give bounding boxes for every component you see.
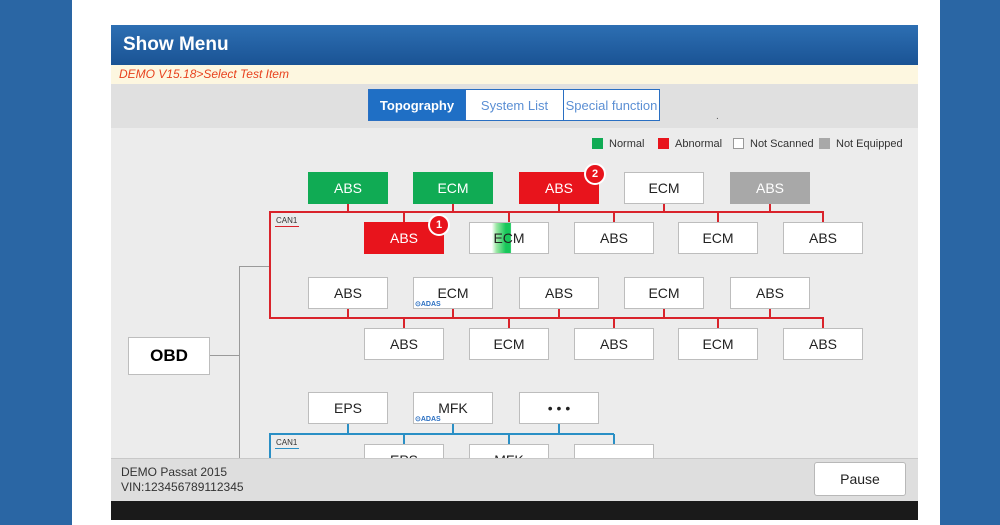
drop-line [347,424,349,433]
can1-underline [275,226,299,227]
drop-line [613,318,615,328]
module-ecm[interactable]: ECM [678,222,758,254]
module-abs[interactable]: ABS [308,277,388,309]
vehicle-vin: VIN:123456789112345 [121,480,244,494]
module-ecm-scanning[interactable]: ECM [469,222,549,254]
drop-line [403,318,405,328]
drop-line [717,318,719,328]
legend-not-equipped: Not Equipped [819,137,903,151]
module-abs[interactable]: ABS [730,172,810,204]
drop-line [452,424,454,433]
fault-count-badge: 2 [584,163,606,185]
module-abs[interactable]: ABS [783,328,863,360]
drop-line [822,212,824,222]
drop-line [508,434,510,444]
module-abs[interactable]: ABS [519,277,599,309]
module-more[interactable]: • • • [574,444,654,458]
drop-line [508,212,510,222]
module-abs[interactable]: ABS [574,222,654,254]
module-abs[interactable]: ABS [783,222,863,254]
obd-node[interactable]: OBD [128,337,210,375]
can1-top-bus [269,211,824,213]
android-nav-bar [111,501,918,520]
can1-bottom-bus [269,317,824,319]
drop-line [613,434,615,444]
module-abs[interactable]: ABS [574,328,654,360]
not-scanned-swatch-icon [733,138,744,149]
legend-not-equipped-label: Not Equipped [836,138,903,150]
trunk-line [239,266,240,458]
legend-abnormal-label: Abnormal [675,138,723,150]
module-abs[interactable]: ABS [308,172,388,204]
drop-line [403,434,405,444]
module-ecm[interactable]: ECM [413,172,493,204]
module-mfk[interactable]: MFK [469,444,549,458]
drop-line [403,212,405,222]
not-equipped-swatch-icon [819,138,830,149]
drop-line [769,204,771,212]
drop-line [347,309,349,318]
can1-underline [275,448,299,449]
can1-vertical-bus [269,212,271,319]
window-title: Show Menu [111,25,918,65]
topology-canvas: Normal Abnormal Not Scanned Not Equipped… [111,128,918,458]
tab-special-function[interactable]: Special function [563,89,660,121]
vehicle-name: DEMO Passat 2015 [121,465,228,479]
drop-line [769,309,771,318]
can1-label: CAN1 [276,438,298,447]
legend-not-scanned-label: Not Scanned [750,138,814,150]
abnormal-swatch-icon [658,138,669,149]
module-ecm[interactable]: ECM [678,328,758,360]
module-abs[interactable]: ABS [730,277,810,309]
legend-not-scanned: Not Scanned [733,137,814,151]
drop-line [452,204,454,212]
drop-line [663,309,665,318]
trunk-to-can-line [239,266,270,267]
module-more[interactable]: • • • [519,392,599,424]
module-eps[interactable]: EPS [364,444,444,458]
drop-line [508,318,510,328]
status-bar: DEMO Passat 2015 VIN:123456789112345 Pau… [111,458,918,502]
normal-swatch-icon [592,138,603,149]
drop-line [558,309,560,318]
module-ecm[interactable]: ECM [624,172,704,204]
marker-dot: . [716,111,719,122]
drop-line [452,309,454,318]
legend-normal-label: Normal [609,138,645,150]
module-ecm[interactable]: ECM [624,277,704,309]
drop-line [613,212,615,222]
obd-connector-line [210,355,239,356]
adas-tag: ⊙ADAS [415,301,441,308]
drop-line [347,204,349,212]
module-eps[interactable]: EPS [308,392,388,424]
legend-normal: Normal [592,137,644,151]
tab-system-list[interactable]: System List [465,89,564,121]
vehicle-info: DEMO Passat 2015 VIN:123456789112345 [121,465,244,495]
app-window: Show Menu DEMO V15.18>Select Test Item T… [111,25,918,520]
can1-blue-vertical-bus [269,434,271,458]
can1-label: CAN1 [276,216,298,225]
drop-line [822,318,824,328]
adas-tag: ⊙ADAS [415,416,441,423]
tab-topography[interactable]: Topography [368,89,466,121]
drop-line [717,212,719,222]
fault-count-badge: 1 [428,214,450,236]
drop-line [558,204,560,212]
module-ecm[interactable]: ECM [469,328,549,360]
tab-bar: Topography System List Special function … [111,84,918,128]
can1-blue-bus [269,433,614,435]
drop-line [558,424,560,433]
pause-button[interactable]: Pause [814,462,906,496]
legend-abnormal: Abnormal [658,137,722,151]
breadcrumb: DEMO V15.18>Select Test Item [111,65,918,84]
drop-line [663,204,665,212]
module-abs[interactable]: ABS [364,328,444,360]
